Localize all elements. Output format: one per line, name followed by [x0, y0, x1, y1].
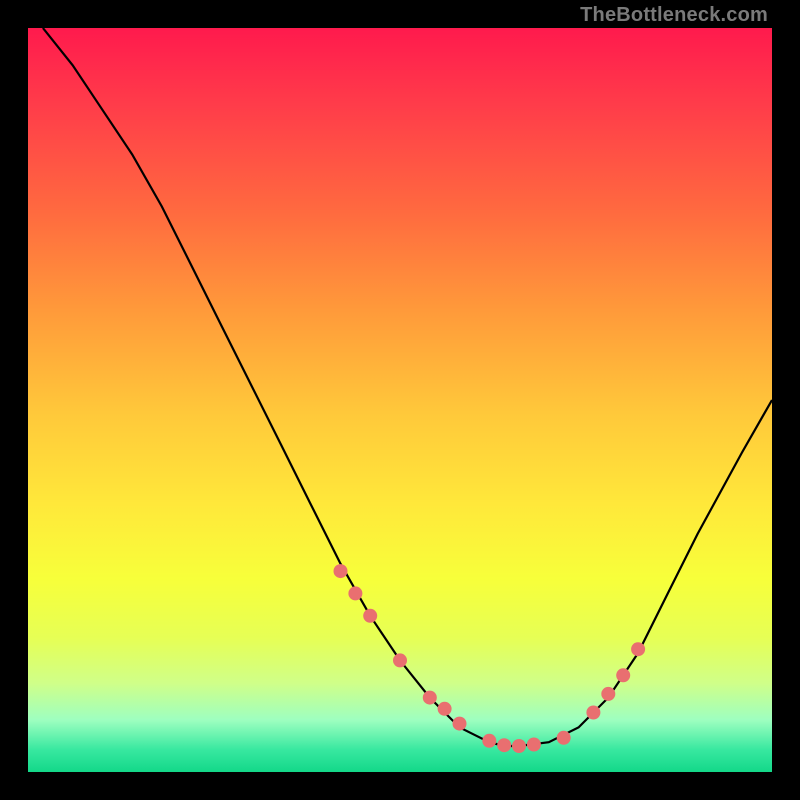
chart-overlay	[28, 28, 772, 772]
marker-dot	[557, 731, 571, 745]
marker-dot	[453, 717, 467, 731]
marker-dot	[601, 687, 615, 701]
marker-dot	[438, 702, 452, 716]
marker-dot	[527, 738, 541, 752]
marker-dot	[393, 653, 407, 667]
attribution-text: TheBottleneck.com	[580, 4, 768, 27]
marker-dot	[348, 586, 362, 600]
chart-frame	[28, 28, 772, 772]
marker-dot	[586, 706, 600, 720]
marker-dot	[363, 609, 377, 623]
marker-dot	[497, 738, 511, 752]
marker-dot	[334, 564, 348, 578]
marker-dot	[482, 734, 496, 748]
marker-dots	[334, 564, 646, 753]
marker-dot	[631, 642, 645, 656]
bottleneck-curve	[43, 28, 772, 746]
marker-dot	[616, 668, 630, 682]
marker-dot	[512, 739, 526, 753]
marker-dot	[423, 691, 437, 705]
